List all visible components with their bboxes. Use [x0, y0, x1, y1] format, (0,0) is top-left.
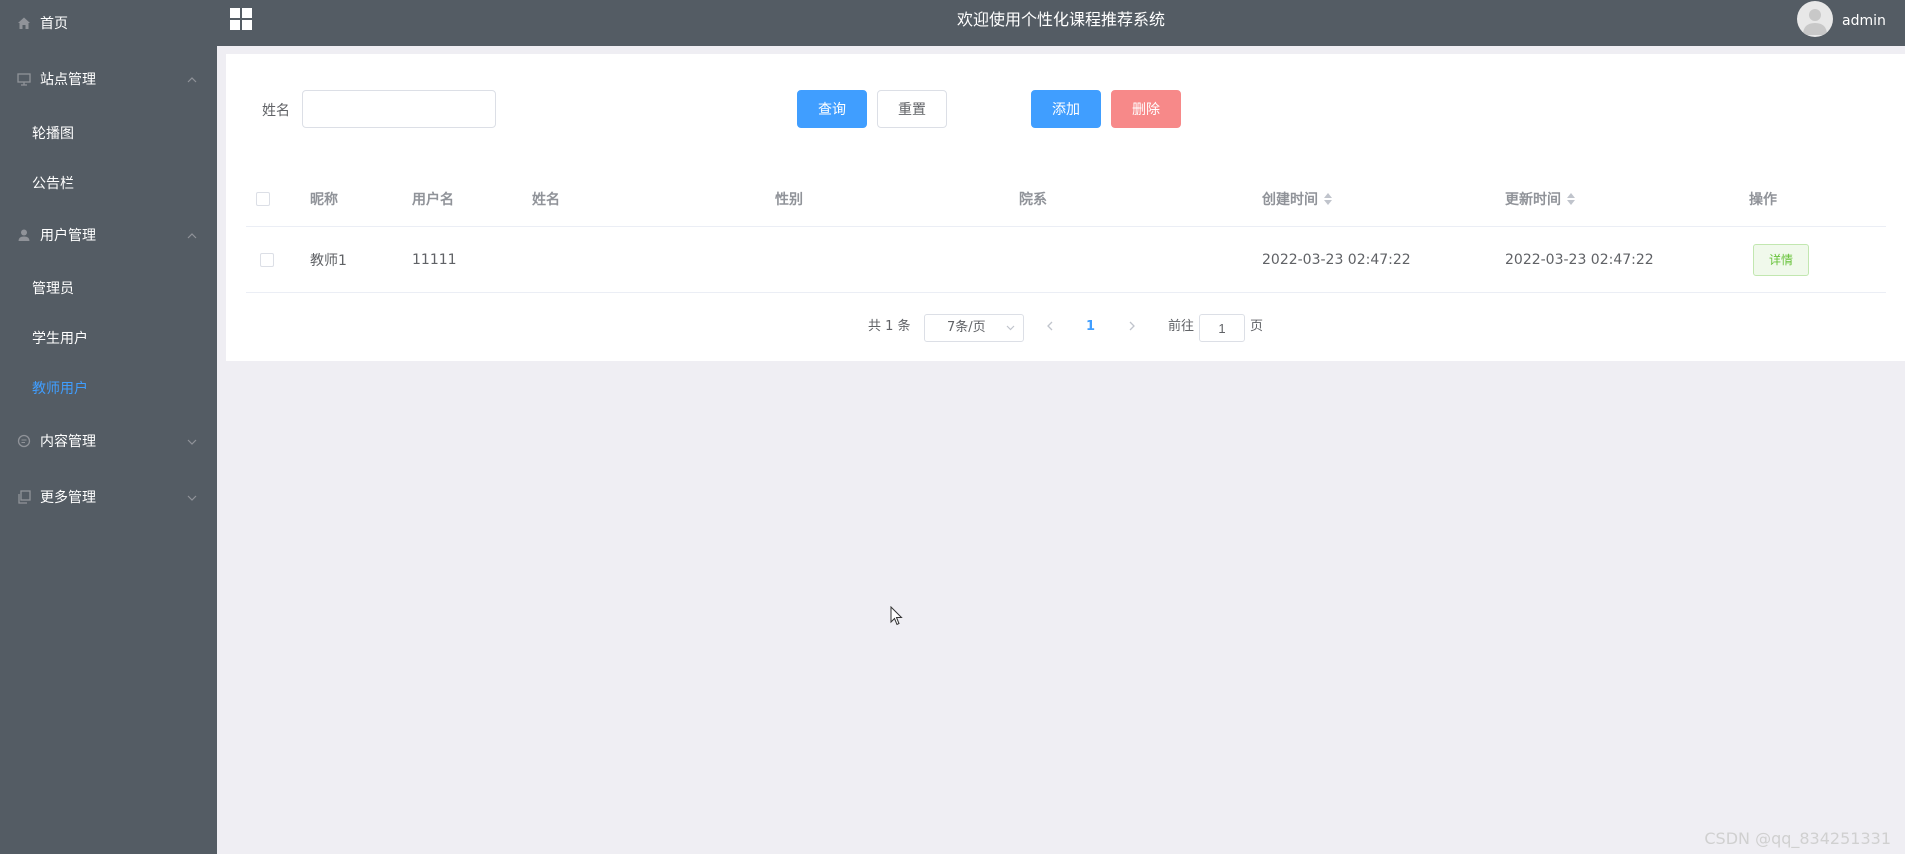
user-icon — [16, 227, 32, 243]
top-header: 欢迎使用个性化课程推荐系统 admin — [217, 0, 1905, 46]
copy-icon — [16, 489, 32, 505]
detail-button[interactable]: 详情 — [1753, 243, 1809, 276]
column-header[interactable]: 创建时间 — [1262, 189, 1318, 209]
chevron-down-icon — [1006, 315, 1015, 341]
sidebar-group-site[interactable]: 站点管理 — [0, 59, 217, 99]
row-checkbox[interactable] — [260, 252, 274, 267]
cell-created: 2022-03-23 02:47:22 — [1262, 251, 1411, 268]
column-header: 性别 — [775, 192, 803, 208]
reset-button[interactable]: 重置 — [877, 90, 947, 128]
column-header: 姓名 — [532, 192, 560, 208]
chevron-up-icon — [187, 71, 197, 87]
column-header[interactable]: 更新时间 — [1505, 189, 1561, 209]
avatar[interactable] — [1797, 1, 1833, 37]
sidebar-item-label: 站点管理 — [40, 72, 96, 88]
main-panel: 姓名 查询 重置 添加 删除 昵称 用户名 姓名 性别 院系 创建时间 更新时间… — [226, 54, 1905, 361]
teacher-table: 昵称 用户名 姓名 性别 院系 创建时间 更新时间 操作 教师1 11111 2… — [246, 172, 1886, 293]
sidebar-item-label: 内容管理 — [40, 434, 96, 450]
chevron-down-icon — [187, 433, 197, 449]
sidebar-item-carousel[interactable]: 轮播图 — [0, 113, 217, 153]
sort-caret-icon[interactable] — [1567, 193, 1575, 205]
column-header: 用户名 — [412, 192, 454, 208]
monitor-icon — [16, 71, 32, 87]
sidebar-item-label: 用户管理 — [40, 228, 96, 244]
sort-caret-icon[interactable] — [1324, 193, 1332, 205]
sidebar-item-label: 更多管理 — [40, 490, 96, 506]
cell-username: 11111 — [412, 251, 457, 268]
sidebar-group-more[interactable]: 更多管理 — [0, 477, 217, 517]
query-button[interactable]: 查询 — [797, 90, 867, 128]
mouse-cursor-icon — [890, 605, 904, 630]
page-size-value: 7条/页 — [947, 320, 986, 335]
search-label: 姓名 — [262, 103, 290, 119]
add-button[interactable]: 添加 — [1031, 90, 1101, 128]
sidebar-item-teachers[interactable]: 教师用户 — [0, 368, 217, 408]
page-number[interactable]: 1 — [1086, 312, 1095, 342]
cell-updated: 2022-03-23 02:47:22 — [1505, 251, 1654, 268]
sidebar-item-label: 首页 — [40, 16, 68, 32]
sidebar-item-home[interactable]: 首页 — [0, 3, 217, 43]
goto-page-input[interactable] — [1199, 314, 1245, 342]
column-header: 操作 — [1749, 192, 1777, 208]
select-all-checkbox[interactable] — [256, 192, 270, 206]
pagination-total: 共 1 条 — [868, 319, 911, 334]
cell-nickname: 教师1 — [310, 252, 347, 269]
column-header: 昵称 — [310, 192, 338, 208]
column-header: 院系 — [1019, 192, 1047, 208]
chat-icon — [16, 433, 32, 449]
page-title: 欢迎使用个性化课程推荐系统 — [956, 10, 1165, 29]
table-row: 教师1 11111 2022-03-23 02:47:22 2022-03-23… — [246, 227, 1886, 293]
prev-page-icon[interactable] — [1046, 312, 1054, 342]
sidebar-group-content[interactable]: 内容管理 — [0, 421, 217, 461]
goto-suffix: 页 — [1250, 319, 1264, 334]
sidebar: 首页 站点管理 轮播图 公告栏 用户管理 管理员 学生用户 教师用户 内容管理 — [0, 0, 217, 854]
sidebar-group-users[interactable]: 用户管理 — [0, 215, 217, 255]
pagination: 共 1 条 7条/页 1 前往 页 — [226, 312, 1905, 342]
watermark: CSDN @qq_834251331 — [1704, 829, 1891, 848]
sidebar-item-admins[interactable]: 管理员 — [0, 268, 217, 308]
chevron-up-icon — [187, 227, 197, 243]
username[interactable]: admin — [1842, 0, 1886, 42]
page-size-select[interactable]: 7条/页 — [924, 314, 1024, 342]
home-icon — [16, 15, 32, 31]
delete-button[interactable]: 删除 — [1111, 90, 1181, 128]
next-page-icon[interactable] — [1128, 312, 1136, 342]
name-search-input[interactable] — [302, 90, 496, 128]
goto-label: 前往 — [1168, 319, 1195, 334]
chevron-down-icon — [187, 489, 197, 505]
sidebar-item-students[interactable]: 学生用户 — [0, 318, 217, 358]
table-header-row: 昵称 用户名 姓名 性别 院系 创建时间 更新时间 操作 — [246, 172, 1886, 227]
sidebar-item-notice[interactable]: 公告栏 — [0, 163, 217, 203]
